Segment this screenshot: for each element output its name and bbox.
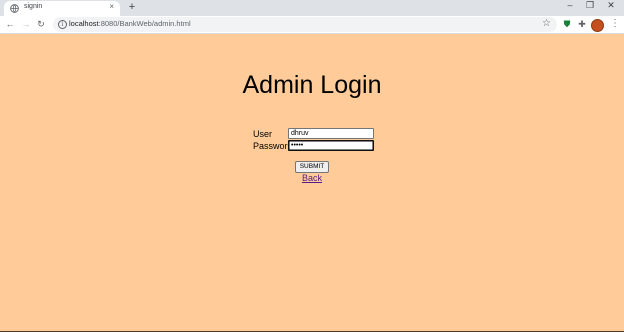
minimize-button[interactable]: –: [563, 0, 577, 10]
submit-button[interactable]: SUBMIT: [295, 161, 329, 173]
user-input[interactable]: dhruv: [288, 128, 374, 139]
new-tab-button[interactable]: +: [126, 1, 138, 13]
password-input[interactable]: •••••: [288, 140, 374, 151]
tab-strip: signin × + – ❐ ✕: [0, 0, 624, 16]
shield-extension-icon[interactable]: ⛊: [561, 18, 573, 30]
forward-arrow-icon[interactable]: →: [20, 18, 32, 30]
reload-icon[interactable]: ↻: [35, 18, 47, 30]
back-arrow-icon[interactable]: ←: [4, 18, 16, 30]
user-label: User: [253, 129, 273, 139]
menu-dots-icon[interactable]: ⋮: [610, 18, 620, 29]
password-label: Password: [253, 141, 293, 151]
close-window-button[interactable]: ✕: [604, 0, 618, 11]
star-icon[interactable]: ☆: [542, 18, 551, 29]
back-link[interactable]: Back: [302, 173, 322, 183]
page-body: Admin Login User dhruv Password ••••• SU…: [0, 34, 624, 332]
back-link-row: Back: [0, 173, 624, 183]
url-text: localhost:8080/BankWeb/admin.html: [69, 19, 191, 28]
globe-icon: [10, 4, 19, 13]
info-icon[interactable]: i: [58, 20, 67, 29]
browser-tab[interactable]: signin ×: [4, 1, 120, 16]
puzzle-extension-icon[interactable]: ✚: [576, 18, 588, 30]
tab-title: signin: [24, 3, 43, 10]
profile-avatar[interactable]: [591, 19, 604, 32]
address-bar[interactable]: i localhost:8080/BankWeb/admin.html ☆: [53, 17, 557, 32]
restore-button[interactable]: ❐: [583, 0, 597, 11]
browser-toolbar: ← → ↻ i localhost:8080/BankWeb/admin.htm…: [0, 16, 624, 34]
tab-close-icon[interactable]: ×: [109, 2, 114, 11]
page-title: Admin Login: [242, 71, 382, 99]
